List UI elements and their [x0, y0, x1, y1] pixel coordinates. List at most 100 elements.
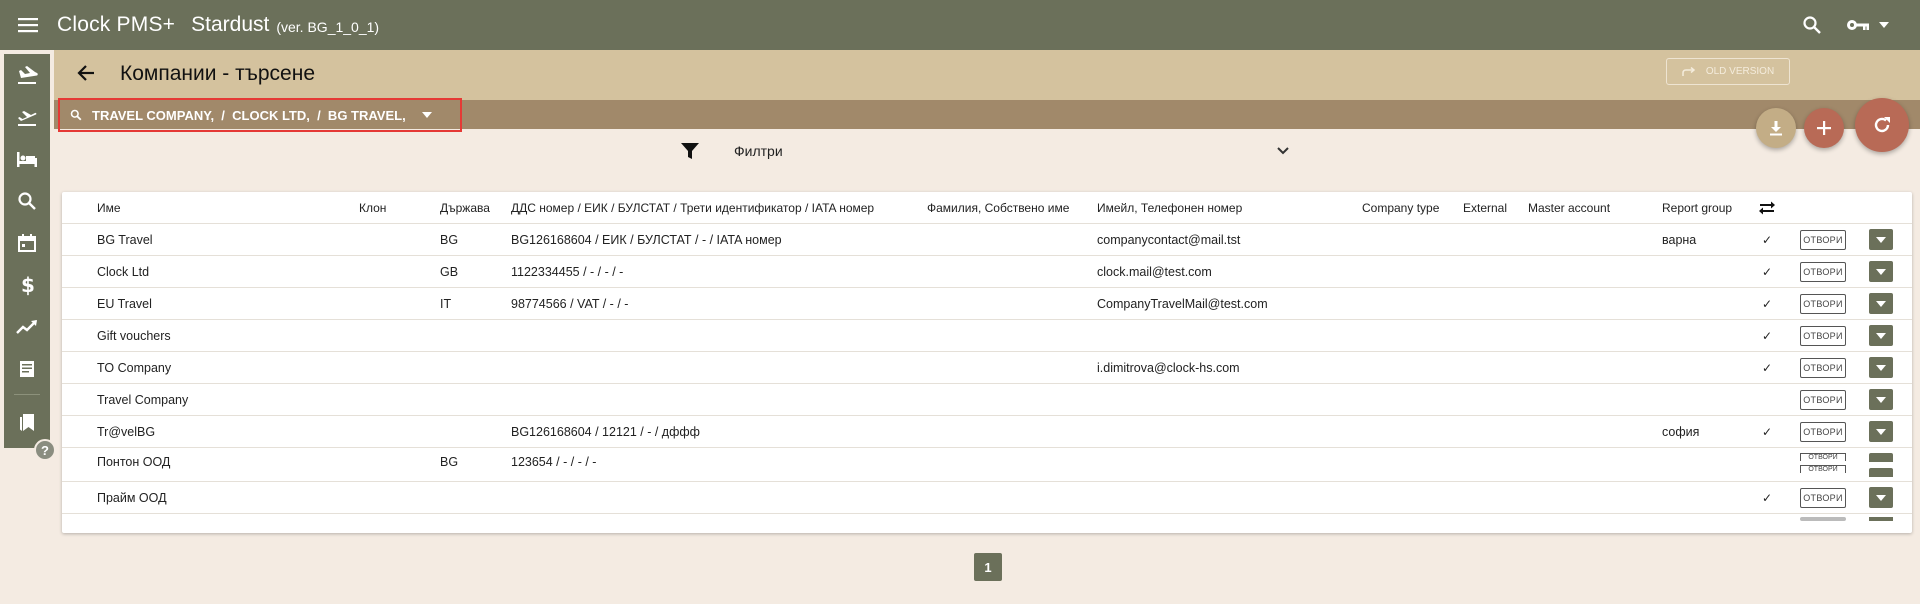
col-header-external[interactable]: External	[1463, 192, 1507, 223]
open-button[interactable]: ОТВОРИ	[1800, 421, 1846, 442]
cell-vat: 1122334455 / - / - / -	[511, 264, 624, 279]
chevron-down-icon	[1876, 494, 1886, 501]
actions-cell	[1869, 320, 1893, 351]
table-row[interactable]: Tr@velBG BG126168604 / 12121 / - / дффф со…	[62, 416, 1912, 448]
download-button[interactable]	[1756, 108, 1796, 148]
cell-name: BG Travel	[97, 232, 153, 247]
bookmarks-icon[interactable]	[4, 401, 50, 443]
open-cell: ОТВОРИ	[1800, 352, 1846, 383]
refresh-button[interactable]	[1855, 98, 1909, 152]
app-subtitle: Stardust	[191, 13, 270, 36]
open-button[interactable]: ОТВОРИ	[1800, 389, 1846, 410]
chevron-down-icon	[1876, 236, 1886, 243]
actions-cell	[1869, 352, 1893, 383]
col-header-report-group[interactable]: Report group	[1662, 192, 1732, 223]
row-actions-dropdown[interactable]	[1869, 421, 1893, 442]
col-header-master-account[interactable]: Master account	[1528, 192, 1610, 223]
table-header: Име Клон Държава ДДС номер / ЕИК / БУЛСТ…	[62, 192, 1912, 224]
open-cell: ОТВОРИ ОТВОРИ	[1800, 448, 1846, 481]
old-version-button[interactable]: OLD VERSION	[1666, 58, 1790, 85]
row-actions-dropdown[interactable]	[1869, 293, 1893, 314]
swap-columns-icon[interactable]	[1758, 192, 1776, 223]
row-actions-dropdown[interactable]	[1869, 453, 1893, 462]
actions-cell	[1869, 482, 1893, 513]
arrivals-icon[interactable]	[4, 54, 50, 96]
chevron-down-icon	[1876, 396, 1886, 403]
account-key-menu[interactable]	[1846, 18, 1890, 32]
svg-text:$: $	[21, 274, 34, 296]
open-button[interactable]: ОТВОРИ	[1800, 453, 1846, 461]
open-button[interactable]: ОТВОРИ	[1800, 487, 1846, 508]
sidebar: $	[4, 54, 50, 448]
calendar-icon[interactable]	[4, 222, 50, 264]
add-company-button[interactable]	[1804, 108, 1844, 148]
table-row[interactable]: Прайм ООД ✓ ОТВОРИ	[62, 482, 1912, 514]
row-actions-dropdown[interactable]	[1869, 517, 1893, 521]
search-chips-selector[interactable]: TRAVEL COMPANY, / CLOCK LTD, / BG TRAVEL…	[58, 98, 462, 132]
row-actions-dropdown[interactable]	[1869, 357, 1893, 378]
documents-icon[interactable]	[4, 348, 50, 390]
actions-cell	[1869, 416, 1893, 447]
cell-email: clock.mail@test.com	[1097, 264, 1212, 279]
col-header-name[interactable]: Име	[97, 192, 121, 223]
open-button[interactable]: ОТВОРИ	[1800, 293, 1846, 314]
reports-icon[interactable]	[4, 306, 50, 348]
row-actions-dropdown[interactable]	[1869, 389, 1893, 410]
companies-table: Име Клон Държава ДДС номер / ЕИК / БУЛСТ…	[62, 192, 1912, 533]
open-cell: ОТВОРИ	[1800, 482, 1846, 513]
cell-email: CompanyTravelMail@test.com	[1097, 296, 1268, 311]
row-actions-dropdown[interactable]	[1869, 261, 1893, 282]
open-button[interactable]: ОТВОРИ	[1800, 229, 1846, 250]
chevron-down-icon	[1876, 428, 1886, 435]
open-cell: ОТВОРИ	[1800, 320, 1846, 351]
col-header-branch[interactable]: Клон	[359, 192, 386, 223]
col-header-vat[interactable]: ДДС номер / ЕИК / БУЛСТАТ / Трети иденти…	[511, 192, 874, 223]
checkmark-icon: ✓	[1762, 232, 1773, 247]
back-arrow-icon[interactable]	[76, 63, 96, 88]
cell-vat: 123654 / - / - / -	[511, 455, 597, 469]
page-1-button[interactable]: 1	[974, 553, 1002, 581]
col-header-surname[interactable]: Фамилия, Собствено име	[927, 192, 1069, 223]
search-icon[interactable]	[1802, 15, 1822, 35]
cell-name: EU Travel	[97, 296, 152, 311]
checkmark-icon: ✓	[1762, 360, 1773, 375]
table-row[interactable]: EU Travel IT 98774566 / VAT / - / - Company…	[62, 288, 1912, 320]
cell-email: companycontact@mail.tst	[1097, 232, 1241, 247]
help-icon[interactable]: ?	[34, 439, 56, 461]
filters-toggle[interactable]: Филтри	[680, 140, 1300, 164]
open-button[interactable]: ОТВОРИ	[1800, 261, 1846, 282]
table-row[interactable]: Travel Company ОТВОРИ	[62, 384, 1912, 416]
sidebar-divider	[14, 394, 40, 395]
cell-country: BG	[440, 232, 459, 247]
cell-vat: BG126168604 / ЕИК / БУЛСТАТ / - / IATA н…	[511, 232, 782, 247]
cell-name: Travel Company	[97, 392, 189, 407]
open-button[interactable]: ОТВОРИ	[1800, 325, 1846, 346]
table-row[interactable]: TO Company i.dimitrova@clock-hs.com ✓ ОТВОР…	[62, 352, 1912, 384]
row-actions-dropdown[interactable]	[1869, 229, 1893, 250]
col-header-email[interactable]: Имейл, Телефонен номер	[1097, 192, 1242, 223]
col-header-company-type[interactable]: Company type	[1362, 192, 1439, 223]
table-row[interactable]: Clock Ltd GB 1122334455 / - / - / - clock.m…	[62, 256, 1912, 288]
table-row[interactable]: BG Travel BG BG126168604 / ЕИК / БУЛСТАТ /…	[62, 224, 1912, 256]
departures-icon[interactable]	[4, 96, 50, 138]
row-actions-dropdown[interactable]	[1869, 487, 1893, 508]
row-actions-dropdown[interactable]	[1869, 325, 1893, 346]
open-button[interactable]: ОТВОРИ	[1800, 465, 1846, 473]
cell-country: BG	[440, 455, 459, 469]
cell-name: TO Company	[97, 360, 172, 375]
chevron-down-icon	[1876, 300, 1886, 307]
billing-icon[interactable]: $	[4, 264, 50, 306]
open-button[interactable]: ОТВОРИ	[1800, 357, 1846, 378]
key-icon	[1846, 18, 1870, 32]
table-row-partial	[62, 514, 1912, 526]
menu-icon[interactable]	[14, 11, 42, 39]
open-button[interactable]	[1800, 517, 1846, 521]
chevron-down-icon	[1876, 268, 1886, 275]
col-header-country[interactable]: Държава	[440, 192, 490, 223]
table-row[interactable]: Gift vouchers ✓ ОТВОРИ	[62, 320, 1912, 352]
table-row[interactable]: Понтон ООД BG 123654 / - / - / - ОТВОРИ ОТВО…	[62, 448, 1912, 482]
row-actions-dropdown[interactable]	[1869, 468, 1893, 477]
search-icon[interactable]	[4, 180, 50, 222]
chevron-down-icon	[1876, 332, 1886, 339]
rooms-icon[interactable]	[4, 138, 50, 180]
